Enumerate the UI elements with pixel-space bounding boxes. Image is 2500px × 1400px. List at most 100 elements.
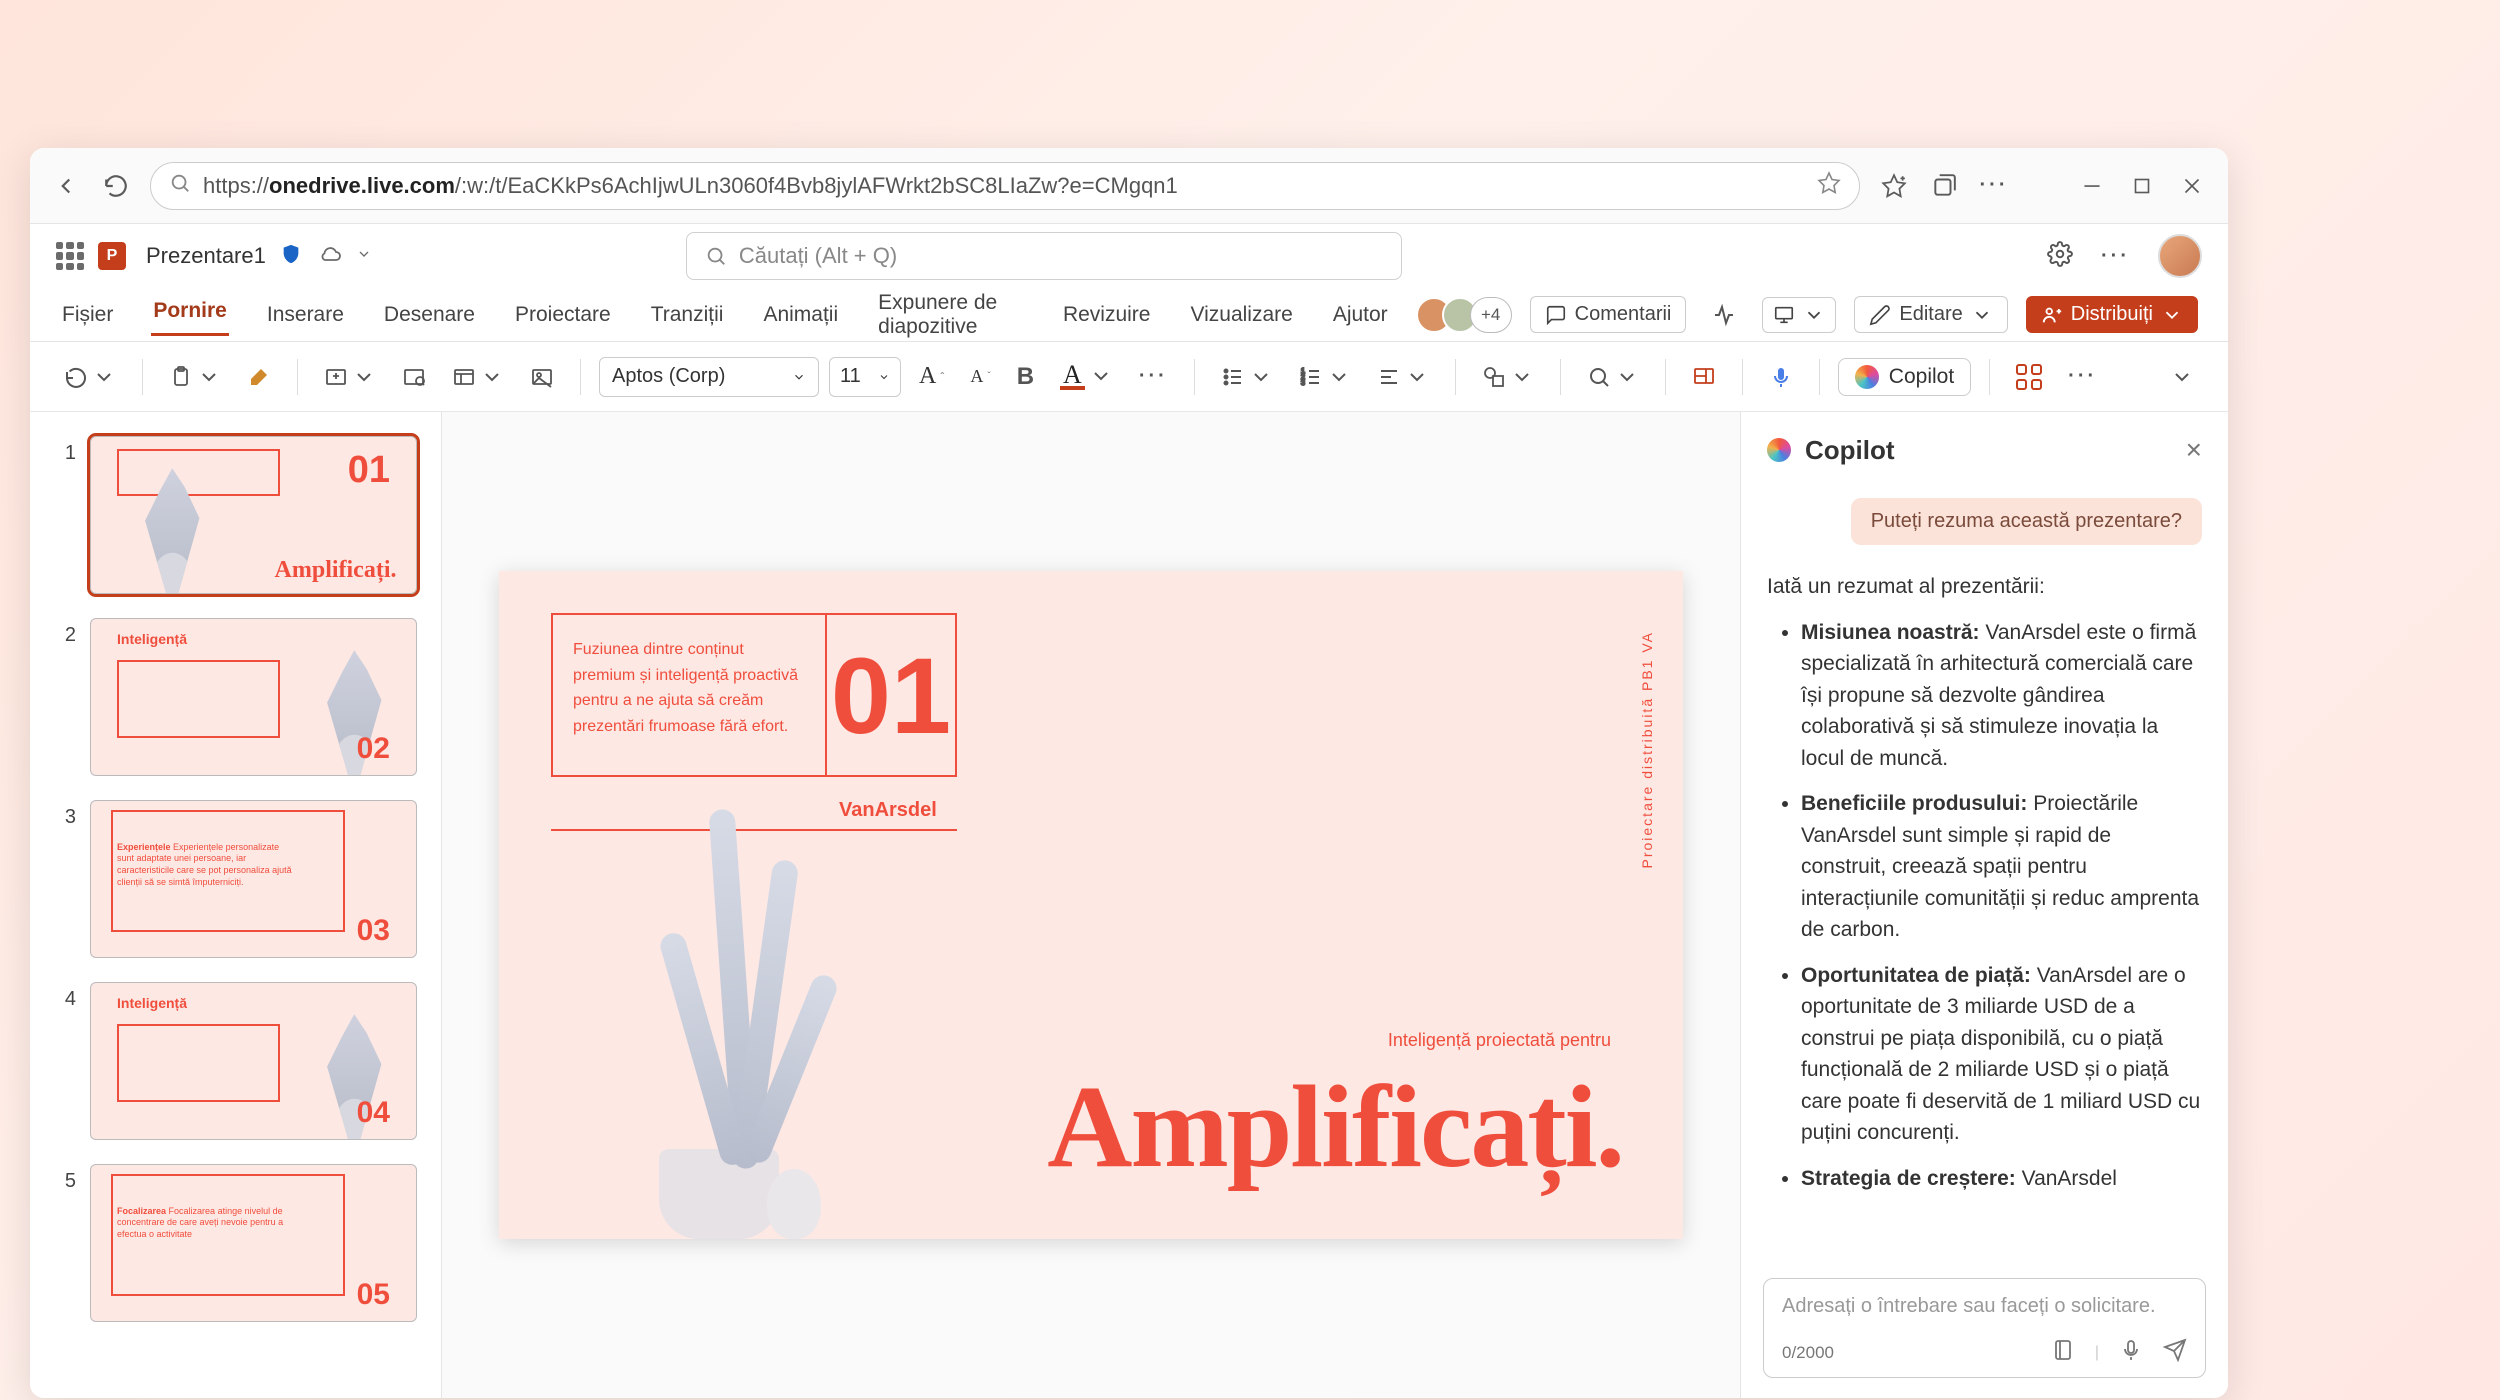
close-window-button[interactable]: [2176, 170, 2208, 202]
tab-file[interactable]: Fișier: [60, 297, 115, 333]
copilot-char-counter: 0/2000: [1782, 1343, 1834, 1363]
collapse-ribbon-icon[interactable]: [2162, 359, 2202, 395]
tab-transitions[interactable]: Tranziții: [649, 297, 726, 333]
paste-button[interactable]: [161, 359, 229, 395]
copilot-button[interactable]: Copilot: [1838, 358, 1971, 396]
thumbnail-slide-5[interactable]: Focalizarea Focalizarea atinge nivelul d…: [90, 1164, 417, 1322]
more-options-icon[interactable]: ···: [2101, 245, 2130, 268]
copilot-icon: [1767, 438, 1791, 462]
collections-icon[interactable]: [1928, 170, 1960, 202]
slide-divider: [551, 829, 957, 831]
font-size-select[interactable]: 11: [829, 357, 901, 397]
slide-text-box[interactable]: Fuziunea dintre conținut premium și inte…: [551, 613, 957, 777]
favorite-icon[interactable]: [1817, 171, 1841, 201]
ribbon-tabs: Fișier Pornire Inserare Desenare Proiect…: [30, 288, 2228, 342]
grow-font-button[interactable]: Aˆ: [911, 357, 952, 396]
slide-canvas: Fuziunea dintre conținut premium și inte…: [442, 412, 1740, 1398]
bullets-button[interactable]: [1213, 359, 1281, 395]
find-button[interactable]: [1579, 359, 1647, 395]
share-button[interactable]: Distribuiți: [2026, 296, 2198, 333]
user-avatar[interactable]: [2158, 234, 2202, 278]
numbering-button[interactable]: 123: [1291, 359, 1359, 395]
ribbon-overflow-icon[interactable]: ···: [2060, 359, 2105, 394]
close-copilot-button[interactable]: ×: [2186, 434, 2202, 466]
layout-button[interactable]: [444, 359, 512, 395]
slide-subtitle: Inteligență proiectată pentru: [1388, 1030, 1611, 1051]
new-slide-button[interactable]: [316, 359, 384, 395]
send-button[interactable]: [2163, 1338, 2187, 1367]
document-title[interactable]: Prezentare1: [146, 243, 266, 269]
copilot-title: Copilot: [1805, 435, 1895, 466]
presence-avatars[interactable]: +4: [1426, 297, 1512, 333]
font-more-icon[interactable]: ···: [1131, 359, 1176, 394]
search-input[interactable]: Căutați (Alt + Q): [686, 232, 1402, 280]
copilot-input-placeholder: Adresați o întrebare sau faceți o solici…: [1782, 1295, 2187, 1318]
presence-overflow: +4: [1470, 297, 1512, 333]
font-color-button[interactable]: A: [1052, 357, 1121, 396]
copilot-suggestion-chip[interactable]: Puteți rezuma această prezentare?: [1851, 498, 2202, 545]
refresh-button[interactable]: [100, 170, 132, 202]
tab-review[interactable]: Revizuire: [1061, 297, 1153, 333]
address-bar[interactable]: https://onedrive.live.com/:w:/t/EaCKkPs6…: [150, 162, 1860, 210]
app-launcher-icon[interactable]: [56, 242, 84, 270]
ribbon-toolbar: Aptos (Corp) 11 Aˆ Aˇ B A ··· 123 Copilo…: [30, 342, 2228, 412]
browser-more-icon[interactable]: ···: [1978, 170, 2010, 202]
thumb-number: 2: [54, 618, 76, 647]
font-name-select[interactable]: Aptos (Corp): [599, 357, 819, 397]
slide-brand: VanArsdel: [839, 799, 937, 822]
browser-toolbar: https://onedrive.live.com/:w:/t/EaCKkPs6…: [30, 148, 2228, 224]
slide-plant-image: [537, 799, 897, 1239]
align-button[interactable]: [1369, 359, 1437, 395]
powerpoint-app: P Prezentare1 Căutați (Alt + Q) ··· Fiși…: [30, 224, 2228, 1398]
microphone-icon[interactable]: [2119, 1338, 2143, 1367]
tab-home[interactable]: Pornire: [151, 293, 229, 336]
comments-button[interactable]: Comentarii: [1530, 296, 1687, 333]
undo-button[interactable]: [56, 359, 124, 395]
back-button[interactable]: [50, 170, 82, 202]
url-text: https://onedrive.live.com/:w:/t/EaCKkPs6…: [203, 173, 1805, 199]
thumbnail-slide-1[interactable]: 01 Amplificați.: [90, 436, 417, 594]
tab-slideshow[interactable]: Expunere de diapozitive: [876, 285, 1025, 345]
copilot-header: Copilot ×: [1741, 412, 2228, 488]
slide-1[interactable]: Fuziunea dintre conținut premium și inte…: [499, 571, 1683, 1239]
present-button[interactable]: [1762, 297, 1836, 333]
maximize-button[interactable]: [2126, 170, 2158, 202]
tab-draw[interactable]: Desenare: [382, 297, 477, 333]
picture-button[interactable]: [522, 359, 562, 395]
tab-design[interactable]: Proiectare: [513, 297, 613, 333]
thumbnail-slide-4[interactable]: Inteligență 04: [90, 982, 417, 1140]
tab-insert[interactable]: Inserare: [265, 297, 346, 333]
save-status-icon[interactable]: [318, 242, 342, 271]
catch-up-button[interactable]: [1704, 297, 1744, 333]
minimize-button[interactable]: [2076, 170, 2108, 202]
shrink-font-button[interactable]: Aˇ: [962, 360, 998, 393]
tab-view[interactable]: Vizualizare: [1188, 297, 1294, 333]
copilot-input[interactable]: Adresați o întrebare sau faceți o solici…: [1763, 1278, 2206, 1378]
thumb-number: 5: [54, 1164, 76, 1193]
copilot-intro: Iată un rezumat al prezentării:: [1767, 571, 2202, 603]
sensitivity-shield-icon[interactable]: [280, 243, 302, 270]
copilot-panel: Copilot × Puteți rezuma această prezenta…: [1740, 412, 2228, 1398]
powerpoint-logo-icon: P: [98, 242, 126, 270]
thumbnail-slide-3[interactable]: Experiențele Experiențele personalizate …: [90, 800, 417, 958]
thumb-number: 3: [54, 800, 76, 829]
reuse-slides-button[interactable]: [394, 359, 434, 395]
designer-button[interactable]: [1684, 359, 1724, 395]
title-dropdown-icon[interactable]: [356, 246, 372, 267]
tab-animations[interactable]: Animații: [761, 297, 840, 333]
copilot-bullet: Strategia de creștere: VanArsdel: [1801, 1163, 2202, 1195]
tab-help[interactable]: Ajutor: [1331, 297, 1390, 333]
format-painter-button[interactable]: [239, 359, 279, 395]
bold-button[interactable]: B: [1009, 357, 1042, 397]
svg-text:3: 3: [1301, 380, 1305, 387]
thumbnail-slide-2[interactable]: Inteligență 02: [90, 618, 417, 776]
designer-grid-button[interactable]: [2008, 358, 2050, 396]
thumb-number: 4: [54, 982, 76, 1011]
settings-gear-icon[interactable]: [2047, 241, 2073, 272]
shapes-button[interactable]: [1474, 359, 1542, 395]
copilot-icon: [1855, 365, 1879, 389]
favorites-icon[interactable]: [1878, 170, 1910, 202]
editing-mode-button[interactable]: Editare: [1854, 296, 2007, 333]
prompt-book-icon[interactable]: [2051, 1338, 2075, 1367]
dictate-button[interactable]: [1761, 359, 1801, 395]
